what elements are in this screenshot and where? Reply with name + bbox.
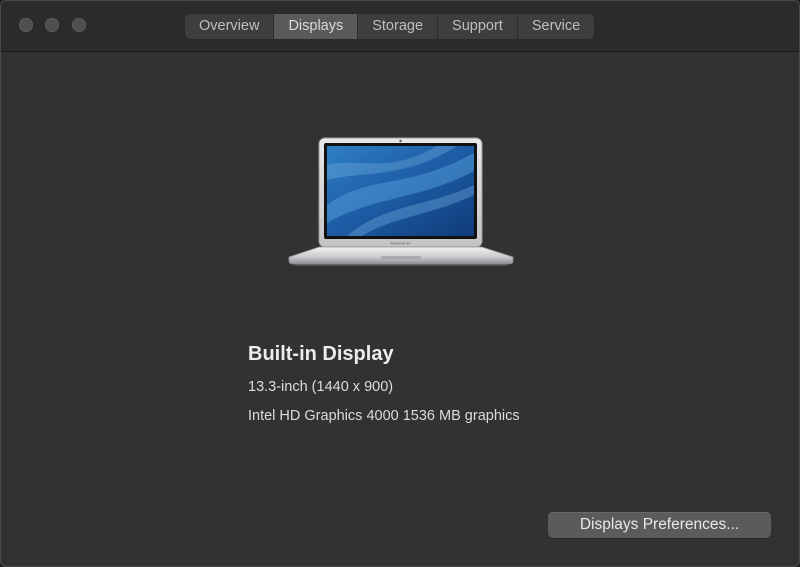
close-window-button[interactable] <box>19 18 33 32</box>
display-resolution: 13.3-inch (1440 x 900) <box>248 379 394 395</box>
title-bar: Overview Displays Storage Support Servic… <box>1 1 799 52</box>
zoom-window-button[interactable] <box>72 18 86 32</box>
tab-storage[interactable]: Storage <box>358 14 439 39</box>
tab-displays[interactable]: Displays <box>274 14 359 39</box>
graphics-info: Intel HD Graphics 4000 1536 MB graphics <box>248 408 520 424</box>
svg-text:MacBook Air: MacBook Air <box>391 242 411 246</box>
tab-support[interactable]: Support <box>438 14 518 39</box>
about-this-mac-window: Overview Displays Storage Support Servic… <box>0 0 800 567</box>
displays-preferences-button[interactable]: Displays Preferences... <box>548 512 771 538</box>
minimize-window-button[interactable] <box>45 18 59 32</box>
display-name: Built-in Display <box>248 343 394 365</box>
display-info: Built-in Display 13.3-inch (1440 x 900) … <box>248 341 520 424</box>
macbook-air-icon: MacBook Air <box>287 135 515 269</box>
tab-service[interactable]: Service <box>518 14 594 39</box>
tab-overview[interactable]: Overview <box>185 14 275 39</box>
segmented-tab-control: Overview Displays Storage Support Servic… <box>185 14 595 39</box>
